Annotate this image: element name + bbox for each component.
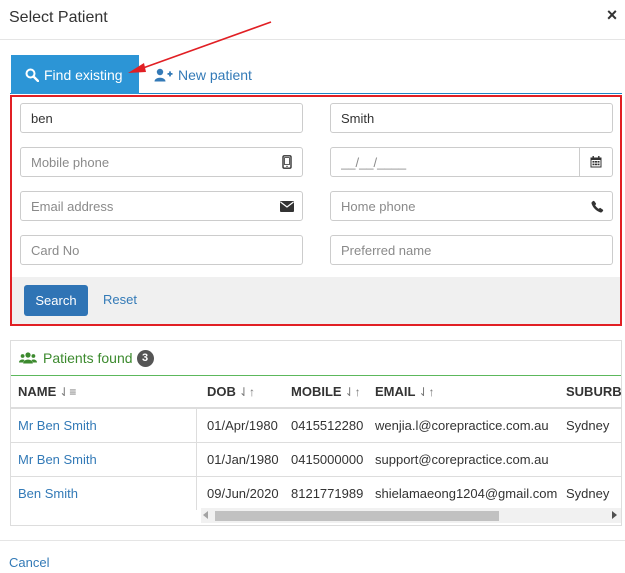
preferred-name-field[interactable] xyxy=(330,235,613,265)
users-icon xyxy=(19,352,37,364)
column-header-email[interactable]: EMAIL ⇃↑ xyxy=(375,377,435,407)
dob-cell: 01/Jan/1980 xyxy=(207,452,279,467)
patient-name-link[interactable]: Mr Ben Smith xyxy=(18,409,97,442)
envelope-icon xyxy=(280,199,294,213)
cancel-link[interactable]: Cancel xyxy=(9,555,49,570)
table-row[interactable]: Ben Smith 09/Jun/2020 8121771989 shielam… xyxy=(11,477,621,511)
mobile-cell: 8121771989 xyxy=(291,486,364,501)
reset-link[interactable]: Reset xyxy=(103,292,137,307)
column-header-mobile[interactable]: MOBILE ⇃↑ xyxy=(291,377,361,407)
close-button[interactable]: × xyxy=(604,6,620,24)
phone-icon xyxy=(590,199,604,213)
search-icon xyxy=(25,68,39,82)
table-row[interactable]: Mr Ben Smith 01/Apr/1980 0415512280 wenj… xyxy=(11,409,621,443)
horizontal-scrollbar[interactable] xyxy=(201,508,621,523)
search-actions-bar: Search Reset xyxy=(12,277,620,324)
table-row[interactable]: Mr Ben Smith 01/Jan/1980 0415000000 supp… xyxy=(11,443,621,477)
mobile-cell: 0415000000 xyxy=(291,452,364,467)
footer-divider xyxy=(0,540,625,541)
scroll-left-icon[interactable] xyxy=(203,511,208,519)
column-header-dob[interactable]: DOB ⇃↑ xyxy=(207,377,255,407)
email-cell: wenjia.l@corepractice.com.au xyxy=(375,418,549,433)
suburb-cell: Sydney xyxy=(566,486,610,501)
suburb-cell: Sydney xyxy=(566,418,610,433)
column-header-name[interactable]: NAME ⇃≡ xyxy=(18,377,76,407)
tab-new-patient-label: New patient xyxy=(178,66,252,83)
email-cell: support@corepractice.com.au xyxy=(375,452,549,467)
sort-icon: ⇃↑ xyxy=(238,385,255,399)
first-name-input[interactable] xyxy=(21,104,302,132)
email-address-field[interactable] xyxy=(20,191,303,221)
add-user-icon xyxy=(154,68,173,82)
date-of-birth-field[interactable] xyxy=(330,147,613,177)
sort-icon: ⇃↑ xyxy=(418,385,435,399)
preferred-name-input[interactable] xyxy=(331,236,612,264)
patients-found-header: Patients found 3 xyxy=(11,341,621,376)
modal-title: Select Patient xyxy=(9,9,108,26)
patients-found-panel: Patients found 3 NAME ⇃≡ DOB ⇃↑ MOBILE ⇃↑ E… xyxy=(10,340,622,526)
tab-new-patient[interactable]: New patient xyxy=(151,55,271,94)
tab-find-existing-label: Find existing xyxy=(44,66,123,83)
scrollbar-thumb[interactable] xyxy=(215,511,499,521)
results-table-header: NAME ⇃≡ DOB ⇃↑ MOBILE ⇃↑ EMAIL ⇃↑ SUBURB xyxy=(11,377,622,409)
column-header-suburb[interactable]: SUBURB xyxy=(566,377,622,407)
patients-found-title: Patients found xyxy=(43,350,133,366)
email-cell: shielamaeong1204@gmail.com xyxy=(375,486,558,501)
scroll-right-icon[interactable] xyxy=(612,511,617,519)
date-of-birth-input[interactable] xyxy=(331,148,612,176)
mobile-phone-icon xyxy=(280,155,294,169)
card-number-field[interactable] xyxy=(20,235,303,265)
patient-name-link[interactable]: Mr Ben Smith xyxy=(18,443,97,476)
patient-search-form: Search Reset xyxy=(10,95,622,326)
dob-cell: 01/Apr/1980 xyxy=(207,418,278,433)
dob-cell: 09/Jun/2020 xyxy=(207,486,279,501)
tab-find-existing[interactable]: Find existing xyxy=(11,55,139,94)
sort-icon: ⇃≡ xyxy=(59,385,77,399)
home-phone-input[interactable] xyxy=(331,192,612,220)
patients-count-badge: 3 xyxy=(136,349,154,367)
patient-name-link[interactable]: Ben Smith xyxy=(18,477,78,510)
mobile-phone-field[interactable] xyxy=(20,147,303,177)
calendar-icon[interactable] xyxy=(579,148,612,176)
mobile-cell: 0415512280 xyxy=(291,418,364,433)
mobile-phone-input[interactable] xyxy=(21,148,302,176)
last-name-input[interactable] xyxy=(331,104,612,132)
email-address-input[interactable] xyxy=(21,192,302,220)
card-number-input[interactable] xyxy=(21,236,302,264)
sort-icon: ⇃↑ xyxy=(344,385,361,399)
last-name-field[interactable] xyxy=(330,103,613,133)
search-button[interactable]: Search xyxy=(24,285,88,316)
patient-tabs: Find existing New patient xyxy=(10,54,622,94)
first-name-field[interactable] xyxy=(20,103,303,133)
modal-header: Select Patient × xyxy=(0,0,625,40)
home-phone-field[interactable] xyxy=(330,191,613,221)
